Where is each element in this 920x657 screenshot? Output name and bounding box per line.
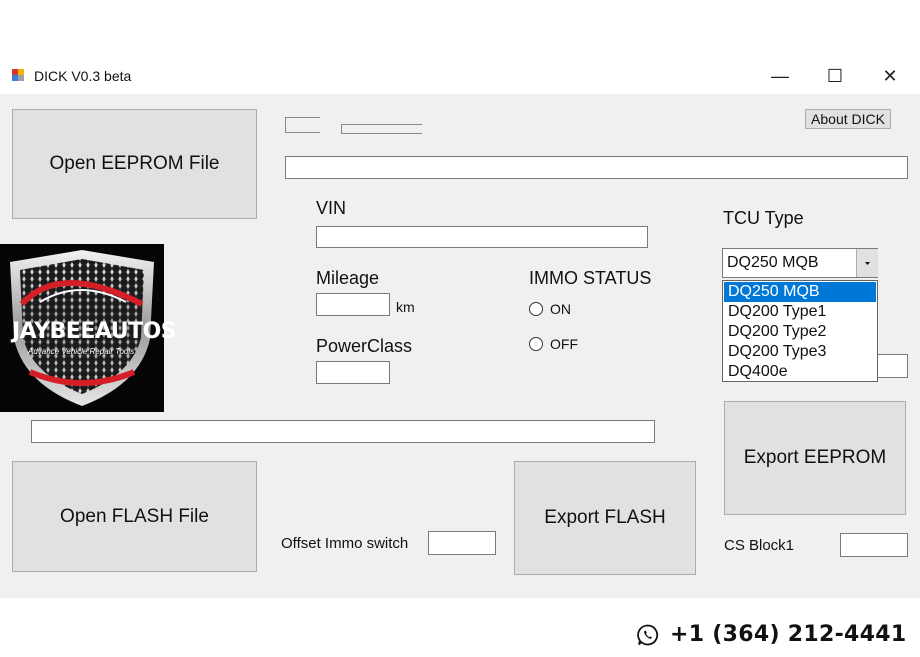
status-field[interactable] (31, 420, 655, 443)
file-size-indicator (341, 124, 422, 134)
contact-row: +1 (364) 212-4441 (636, 622, 906, 647)
whatsapp-icon (637, 624, 659, 645)
file-path-indicator (285, 117, 320, 133)
logo-tagline: Advance Vehicle Repair Tools (28, 347, 135, 356)
mileage-input[interactable] (316, 293, 390, 316)
export-flash-button[interactable]: Export FLASH (514, 461, 696, 575)
cs-block1-label: CS Block1 (724, 537, 795, 554)
logo-brand-text: JAYBEEAUTOS (12, 319, 177, 344)
tcu-extra-field[interactable] (876, 354, 908, 378)
immo-status-label: IMMO STATUS (529, 268, 652, 288)
tcu-option[interactable]: DQ200 Type2 (724, 322, 876, 342)
tcu-option[interactable]: DQ250 MQB (724, 282, 876, 302)
file-path-field[interactable] (285, 156, 908, 179)
powerclass-input[interactable] (316, 361, 390, 384)
mileage-label: Mileage (316, 268, 380, 288)
tcu-option[interactable]: DQ400e (724, 362, 876, 382)
immo-on-radio[interactable] (529, 302, 543, 316)
about-button[interactable]: About DICK (805, 109, 891, 129)
tcu-option[interactable]: DQ200 Type1 (724, 302, 876, 322)
vin-input[interactable] (316, 226, 648, 248)
maximize-button[interactable]: ☐ (811, 62, 859, 90)
cs-block1-input[interactable] (840, 533, 908, 557)
immo-on-label: ON (550, 301, 571, 317)
chevron-down-icon (865, 262, 870, 265)
powerclass-label: PowerClass (316, 336, 413, 356)
vin-label: VIN (316, 198, 347, 218)
tcu-type-label: TCU Type (723, 208, 804, 228)
tcu-selected-value: DQ250 MQB (727, 254, 819, 271)
minimize-button[interactable]: — (756, 62, 804, 90)
mileage-unit: km (396, 299, 415, 315)
close-button[interactable]: ✕ (866, 62, 914, 90)
open-flash-button[interactable]: Open FLASH File (12, 461, 257, 572)
phone-number[interactable]: +1 (364) 212-4441 (670, 622, 906, 647)
app-icon (11, 67, 27, 83)
offset-immo-label: Offset Immo switch (281, 535, 409, 552)
tcu-option[interactable]: DQ200 Type3 (724, 342, 876, 362)
immo-off-radio[interactable] (529, 337, 543, 351)
offset-immo-input[interactable] (428, 531, 496, 555)
tcu-options-list: DQ250 MQB DQ200 Type1 DQ200 Type2 DQ200 … (722, 280, 878, 382)
open-eeprom-button[interactable]: Open EEPROM File (12, 109, 257, 219)
export-eeprom-button[interactable]: Export EEPROM (724, 401, 906, 515)
window-title: DICK V0.3 beta (34, 68, 132, 84)
dropdown-arrow-button[interactable] (856, 249, 878, 277)
immo-off-label: OFF (550, 336, 578, 352)
